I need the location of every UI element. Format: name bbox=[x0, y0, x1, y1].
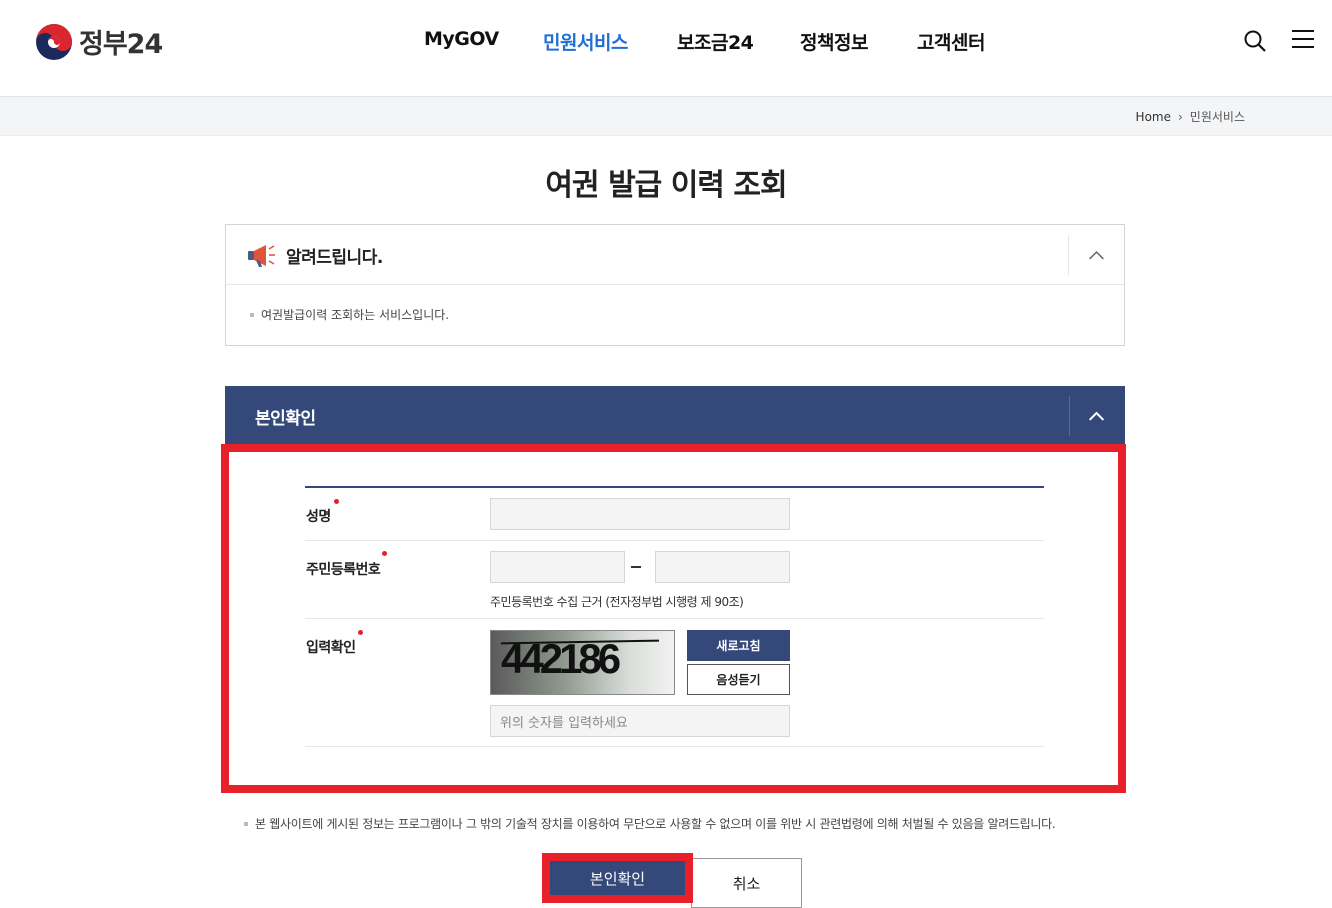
breadcrumb-home[interactable]: Home bbox=[1136, 110, 1171, 124]
nav-item-customer-center[interactable]: 고객센터 bbox=[917, 28, 985, 55]
main-nav: MyGOV 민원서비스 보조금24 정책정보 고객센터 bbox=[0, 28, 1332, 54]
site-header: 정부24 MyGOV 민원서비스 보조금24 정책정보 고객센터 bbox=[0, 0, 1332, 96]
required-mark bbox=[382, 551, 387, 556]
nav-item-policy-info[interactable]: 정책정보 bbox=[800, 28, 868, 55]
nav-item-mygov[interactable]: MyGOV bbox=[424, 28, 499, 50]
captcha-row: 입력확인 442186 새로고침 음성듣기 위의 숫자를 입력하세요 bbox=[305, 619, 1044, 747]
megaphone-icon bbox=[248, 245, 275, 267]
chevron-up-icon[interactable] bbox=[1069, 396, 1125, 436]
breadcrumb-bar: Home › 민원서비스 bbox=[0, 96, 1332, 136]
required-mark bbox=[358, 630, 363, 635]
nav-item-civil-service[interactable]: 민원서비스 bbox=[543, 28, 628, 55]
confirm-identity-button[interactable]: 본인확인 bbox=[542, 853, 693, 903]
captcha-label: 입력확인 bbox=[306, 640, 356, 656]
notice-title: 알려드립니다. bbox=[286, 248, 383, 268]
captcha-text: 442186 bbox=[501, 635, 621, 682]
captcha-audio-button[interactable]: 음성듣기 bbox=[687, 664, 790, 695]
rrn-label: 주민등록번호 bbox=[306, 562, 381, 578]
captcha-refresh-button[interactable]: 새로고침 bbox=[687, 630, 790, 661]
notice-panel: 알려드립니다. 여권발급이력 조회하는 서비스입니다. bbox=[225, 224, 1125, 346]
verify-section-title: 본인확인 bbox=[255, 409, 316, 429]
name-label: 성명 bbox=[306, 509, 331, 525]
search-icon[interactable] bbox=[1243, 29, 1267, 53]
verify-form: 성명 주민등록번호 주민등록번호 수집 근거 (전자정부법 시행령 제 90조)… bbox=[305, 486, 1044, 747]
breadcrumb-current[interactable]: 민원서비스 bbox=[1190, 108, 1245, 125]
cancel-button[interactable]: 취소 bbox=[691, 858, 802, 908]
copyright-notice: 본 웹사이트에 게시된 정보는 프로그램이나 그 밖의 기술적 장치를 이용하여… bbox=[244, 815, 1056, 832]
dash-separator bbox=[631, 566, 641, 568]
bullet-icon bbox=[250, 312, 254, 317]
notice-body: 여권발급이력 조회하는 서비스입니다. bbox=[226, 285, 1124, 344]
name-row: 성명 bbox=[305, 488, 1044, 541]
verify-section-header: 본인확인 bbox=[225, 386, 1125, 444]
captcha-image: 442186 bbox=[490, 630, 675, 695]
chevron-right-icon: › bbox=[1177, 109, 1183, 124]
page-title: 여권 발급 이력 조회 bbox=[545, 168, 787, 203]
rrn-back-input[interactable] bbox=[655, 551, 790, 583]
name-input[interactable] bbox=[490, 498, 790, 530]
required-mark bbox=[334, 499, 339, 504]
breadcrumb: Home › 민원서비스 bbox=[1136, 108, 1245, 125]
copyright-notice-text: 본 웹사이트에 게시된 정보는 프로그램이나 그 밖의 기술적 장치를 이용하여… bbox=[255, 817, 1056, 831]
bullet-icon bbox=[244, 821, 248, 826]
rrn-front-input[interactable] bbox=[490, 551, 625, 583]
rrn-row: 주민등록번호 주민등록번호 수집 근거 (전자정부법 시행령 제 90조) bbox=[305, 541, 1044, 619]
chevron-up-icon[interactable] bbox=[1068, 235, 1124, 275]
captcha-input[interactable]: 위의 숫자를 입력하세요 bbox=[490, 705, 790, 737]
notice-item: 여권발급이력 조회하는 서비스입니다. bbox=[261, 308, 450, 322]
notice-header: 알려드립니다. bbox=[226, 225, 1124, 285]
rrn-help-text: 주민등록번호 수집 근거 (전자정부법 시행령 제 90조) bbox=[490, 595, 744, 609]
hamburger-menu-icon[interactable] bbox=[1292, 30, 1314, 50]
nav-item-subsidy24[interactable]: 보조금24 bbox=[677, 28, 754, 55]
